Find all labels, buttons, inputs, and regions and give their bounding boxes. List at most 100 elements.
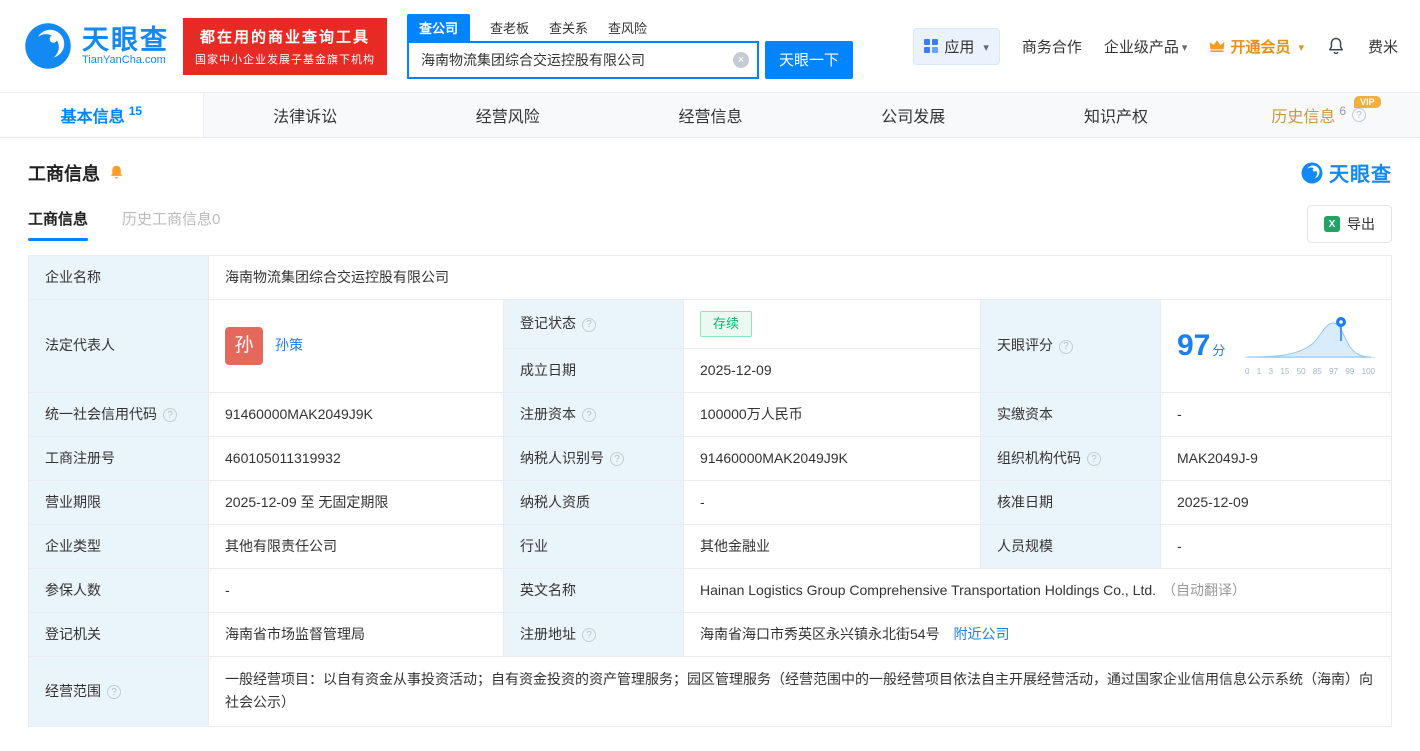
tab-label: 知识产权: [1083, 109, 1148, 126]
row-company-type: 企业类型 其他有限责任公司 行业 其他金融业 人员规模 -: [28, 523, 1392, 569]
tab-intellectual-property[interactable]: 知识产权: [1015, 93, 1218, 137]
field-value-staff-size: -: [1160, 523, 1392, 569]
enterprise-products-link[interactable]: 企业级产品: [1104, 36, 1188, 57]
logo-title: 天眼查: [82, 24, 169, 55]
row-legal-rep: 法定代表人 孙 孙策 登记状态 存续 天眼评分 97分: [28, 299, 1392, 393]
main-nav-tabs: 基本信息 15 法律诉讼 经营风险 经营信息 公司发展 知识产权 VIP 历史信…: [0, 92, 1420, 138]
search-tab-relation[interactable]: 查关系: [549, 14, 588, 41]
help-icon[interactable]: [163, 408, 177, 422]
row-business-scope: 经营范围 一般经营项目：以自有资金从事投资活动；自有资金投资的资产管理服务；园区…: [28, 655, 1392, 728]
chevron-down-icon: [1179, 38, 1188, 55]
field-value-paid-capital: -: [1160, 391, 1392, 437]
tianyancha-watermark: 天眼查: [1300, 158, 1392, 187]
business-cooperation-link[interactable]: 商务合作: [1022, 36, 1082, 57]
tab-count: 6: [1339, 104, 1347, 118]
field-label-company-name: 企业名称: [28, 255, 209, 300]
search-button[interactable]: 天眼一下: [765, 40, 853, 79]
tab-count: 15: [128, 104, 143, 118]
clear-search-icon[interactable]: [733, 51, 749, 68]
field-label-approval-date: 核准日期: [980, 479, 1161, 525]
status-badge: 存续: [700, 311, 753, 337]
export-label: 导出: [1347, 216, 1375, 232]
field-value-reg-status: 存续: [683, 299, 981, 349]
apps-grid-icon: [924, 39, 939, 53]
field-value-address: 海南省海口市秀英区永兴镇永北街54号 附近公司: [683, 611, 1392, 657]
tianyancha-logo-icon: [25, 23, 71, 69]
tab-label: 经营信息: [678, 109, 743, 126]
help-icon[interactable]: [1087, 452, 1101, 466]
row-company-name: 企业名称 海南物流集团综合交运控股有限公司: [28, 255, 1392, 300]
field-value-business-term: 2025-12-09 至 无固定期限: [208, 479, 504, 525]
field-label-score: 天眼评分: [980, 299, 1161, 393]
subtab-history-business-info[interactable]: 历史工商信息0: [122, 208, 220, 241]
search-tab-boss[interactable]: 查老板: [490, 14, 529, 41]
search-input[interactable]: [407, 40, 759, 79]
excel-icon: [1324, 216, 1340, 232]
open-vip-link[interactable]: 开通会员: [1209, 36, 1304, 57]
field-value-reg-number: 460105011319932: [208, 435, 504, 481]
user-menu[interactable]: 费米: [1368, 36, 1398, 57]
help-icon[interactable]: [107, 685, 121, 700]
field-label-industry: 行业: [503, 523, 684, 569]
tab-label: 法律诉讼: [273, 109, 338, 126]
chevron-down-icon: [980, 38, 989, 55]
search-tab-risk[interactable]: 查风险: [608, 14, 647, 41]
section-title: 工商信息: [28, 163, 100, 184]
subtab-business-info[interactable]: 工商信息: [28, 208, 89, 241]
promo-badge: 都在用的商业查询工具 国家中小企业发展子基金旗下机构: [183, 17, 387, 75]
tab-legal-litigation[interactable]: 法律诉讼: [204, 93, 407, 137]
apps-menu[interactable]: 应用: [913, 27, 1000, 65]
field-value-taxpayer-id: 91460000MAK2049J9K: [683, 435, 981, 481]
chevron-down-icon: [1295, 38, 1304, 55]
tab-operating-risk[interactable]: 经营风险: [406, 93, 609, 137]
field-label-legal-rep: 法定代表人: [28, 299, 209, 393]
tab-basic-info[interactable]: 基本信息 15: [0, 93, 204, 137]
business-info-table: 企业名称 海南物流集团综合交运控股有限公司 法定代表人 孙 孙策 登记状态 存续…: [28, 255, 1392, 728]
field-value-company-name: 海南物流集团综合交运控股有限公司: [208, 255, 1392, 300]
field-label-business-term: 营业期限: [28, 479, 209, 525]
field-value-taxpayer-qual: -: [683, 479, 981, 525]
field-label-reg-authority: 登记机关: [28, 611, 209, 657]
field-value-uscc: 91460000MAK2049J9K: [208, 391, 504, 437]
help-icon[interactable]: [1352, 108, 1367, 122]
help-icon[interactable]: [610, 452, 624, 466]
legal-rep-link[interactable]: 孙策: [275, 335, 303, 356]
field-value-company-type: 其他有限责任公司: [208, 523, 504, 569]
tab-history-info[interactable]: VIP 历史信息 6: [1217, 93, 1420, 137]
field-label-reg-capital: 注册资本: [503, 391, 684, 437]
field-label-uscc: 统一社会信用代码: [28, 391, 209, 437]
field-value-english-name: Hainan Logistics Group Comprehensive Tra…: [683, 567, 1392, 613]
tab-label: 基本信息: [60, 109, 125, 126]
field-label-insured: 参保人数: [28, 567, 209, 613]
logo-subtitle: TianYanCha.com: [82, 54, 166, 67]
score-chart: 0 1 3 15 50 85 97 99 100: [1245, 313, 1375, 378]
search-tab-company[interactable]: 查公司: [407, 13, 471, 41]
field-label-business-scope: 经营范围: [28, 655, 209, 728]
row-insured: 参保人数 - 英文名称 Hainan Logistics Group Compr…: [28, 567, 1392, 613]
field-label-english-name: 英文名称: [503, 567, 684, 613]
nearby-companies-link[interactable]: 附近公司: [953, 626, 1009, 642]
watermark-label: 天眼查: [1329, 164, 1392, 186]
tab-operating-info[interactable]: 经营信息: [609, 93, 812, 137]
tianyancha-logo[interactable]: 天眼查 TianYanCha.com: [22, 20, 169, 72]
field-value-score: 97 分 0 1 3 15 50 85 97 99 100: [1160, 299, 1392, 393]
field-label-taxpayer-qual: 纳税人资质: [503, 479, 684, 525]
tab-label: 公司发展: [881, 109, 946, 126]
field-value-legal-rep: 孙 孙策: [208, 299, 504, 393]
help-icon[interactable]: [1059, 339, 1073, 354]
subscribe-bell-icon[interactable]: [108, 164, 125, 181]
notification-bell-icon[interactable]: [1326, 36, 1346, 56]
vip-badge: VIP: [1354, 96, 1381, 108]
help-icon[interactable]: [582, 628, 596, 642]
field-label-reg-status: 登记状态: [503, 299, 684, 349]
subtabs-row: 工商信息 历史工商信息0 导出: [28, 205, 1392, 243]
field-label-address: 注册地址: [503, 611, 684, 657]
export-button[interactable]: 导出: [1307, 205, 1392, 243]
row-reg-authority: 登记机关 海南省市场监督管理局 注册地址 海南省海口市秀英区永兴镇永北街54号 …: [28, 611, 1392, 657]
help-icon[interactable]: [582, 408, 596, 422]
tab-company-development[interactable]: 公司发展: [812, 93, 1015, 137]
header-right: 应用 商务合作 企业级产品 开通会员 费米: [913, 27, 1398, 65]
help-icon[interactable]: [582, 317, 596, 332]
field-label-taxpayer-id: 纳税人识别号: [503, 435, 684, 481]
legal-rep-avatar[interactable]: 孙: [225, 326, 263, 365]
